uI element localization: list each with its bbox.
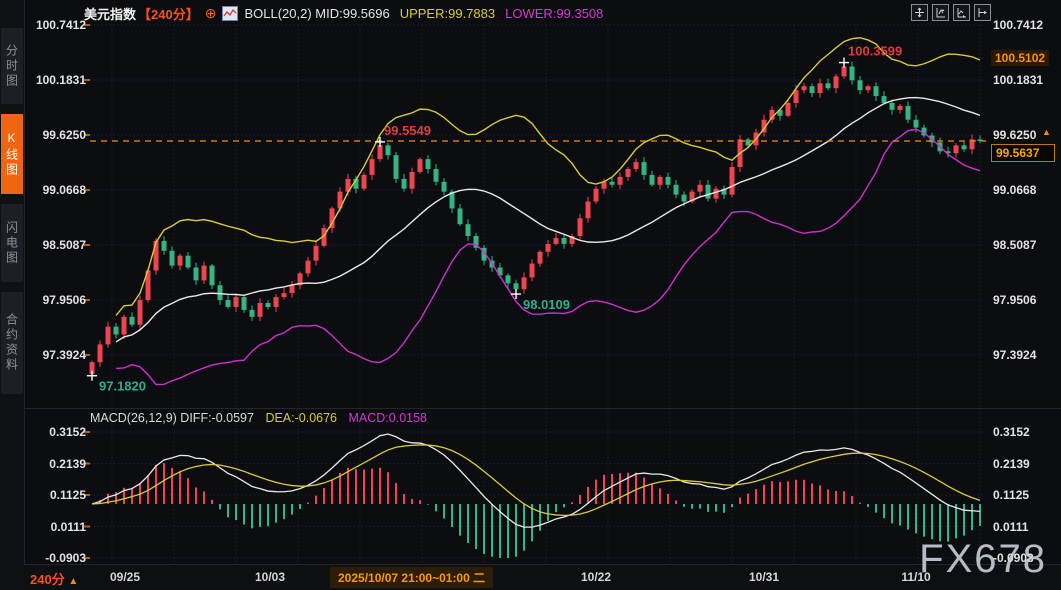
y-axis-label-right: 100.7412 <box>993 18 1057 32</box>
sidebar-tab-4[interactable]: 合约资料 <box>1 292 23 394</box>
y-axis-label-left: 98.5087 <box>26 238 86 252</box>
x-axis-tick: 09/25 <box>110 570 140 584</box>
macd-axis-label-left: -0.0903 <box>26 551 86 565</box>
price-annotation: 97.1820 <box>99 379 146 394</box>
scale-y-axis-icon[interactable] <box>932 4 949 21</box>
x-axis-tick: 10/03 <box>255 570 285 584</box>
sidebar-tab-3[interactable]: 闪电图 <box>1 204 23 282</box>
y-axis-label-right: 100.1831 <box>993 73 1057 87</box>
boll-lower-label: LOWER:99.3508 <box>505 6 603 21</box>
price-annotation: 99.5549 <box>384 123 431 138</box>
sidebar-tab-1[interactable]: 分时图 <box>1 28 23 104</box>
macd-axis-label-left: 0.2139 <box>26 457 86 471</box>
price-annotation: 98.0109 <box>523 297 570 312</box>
boll-upper-label: UPPER:99.7883 <box>400 6 495 21</box>
chart-header: 美元指数 【240分】 ⊕ BOLL(20,2) MID:99.5696 UPP… <box>84 4 603 22</box>
y-axis-label-left: 99.6250 <box>26 128 86 142</box>
macd-header: MACD(26,12,9) DIFF:-0.0597 DEA:-0.0676 M… <box>90 411 427 425</box>
trading-terminal: 97.1820 99.5549 98.0109 100.3599 分时图 K线图闪电图合… <box>0 0 1061 590</box>
move-crosshair-icon[interactable] <box>911 4 928 21</box>
sidebar-tab-2[interactable]: K线图 <box>1 114 23 194</box>
y-axis-label-left: 99.0668 <box>26 183 86 197</box>
period-selector[interactable]: 240分 ▲ <box>30 569 78 588</box>
watermark: FX678 <box>919 537 1047 582</box>
macd-axis-label-left: 0.0111 <box>26 520 86 534</box>
macd-value-label: MACD:0.0158 <box>349 411 428 425</box>
chart-toolbar <box>911 4 991 21</box>
period-label: 【240分】 <box>138 4 199 23</box>
macd-axis-label-left: 0.3152 <box>26 425 86 439</box>
y-axis-label-right: 99.6250 <box>993 128 1057 142</box>
period-text: 240分 <box>30 572 65 587</box>
boll-mid-label: BOLL(20,2) MID:99.5696 <box>244 6 389 21</box>
macd-axis-label-right: 0.0111 <box>993 520 1057 534</box>
y-axis-label-right: 97.9506 <box>993 293 1057 307</box>
macd-axis-label-right: 0.2139 <box>993 457 1057 471</box>
symbol-name: 美元指数 <box>84 4 136 23</box>
macd-dea-label: DEA:-0.0676 <box>265 411 337 425</box>
y-axis-label-right: 97.3924 <box>993 348 1057 362</box>
chart-thumbnail-icon[interactable] <box>222 6 238 21</box>
y-axis-label-right: 99.0668 <box>993 183 1057 197</box>
session-high-tag: 100.5102 <box>991 50 1049 66</box>
macd-diff-label: MACD(26,12,9) DIFF:-0.0597 <box>90 411 254 425</box>
chart-canvas[interactable]: 97.1820 99.5549 98.0109 100.3599 <box>0 0 1061 590</box>
macd-axis-label-right: 0.3152 <box>993 425 1057 439</box>
price-annotation: 100.3599 <box>848 44 902 59</box>
period-dropdown-icon: ▲ <box>68 576 78 587</box>
macd-axis-label-left: 0.1125 <box>26 488 86 502</box>
time-axis-bar: 240分 ▲ 2025/10/07 21:00~01:00 二 09/25 10/… <box>24 564 1061 590</box>
scale-x-axis-icon[interactable] <box>953 4 970 21</box>
y-axis-label-left: 100.7412 <box>26 18 86 32</box>
add-indicator-icon[interactable]: ⊕ <box>205 5 217 22</box>
macd-axis-label-right: 0.1125 <box>993 488 1057 502</box>
pan-right-icon[interactable] <box>974 4 991 21</box>
hovered-bar-time: 2025/10/07 21:00~01:00 二 <box>330 567 493 588</box>
y-axis-label-right: 98.5087 <box>993 238 1057 252</box>
current-price-box: 99.5637 <box>991 144 1055 162</box>
y-axis-label-left: 97.9506 <box>26 293 86 307</box>
y-axis-label-left: 97.3924 <box>26 348 86 362</box>
x-axis-tick: 10/31 <box>749 570 779 584</box>
x-axis-tick: 10/22 <box>581 570 611 584</box>
y-axis-label-left: 100.1831 <box>26 73 86 87</box>
sidebar: 分时图 K线图闪电图合约资料 <box>0 0 25 590</box>
